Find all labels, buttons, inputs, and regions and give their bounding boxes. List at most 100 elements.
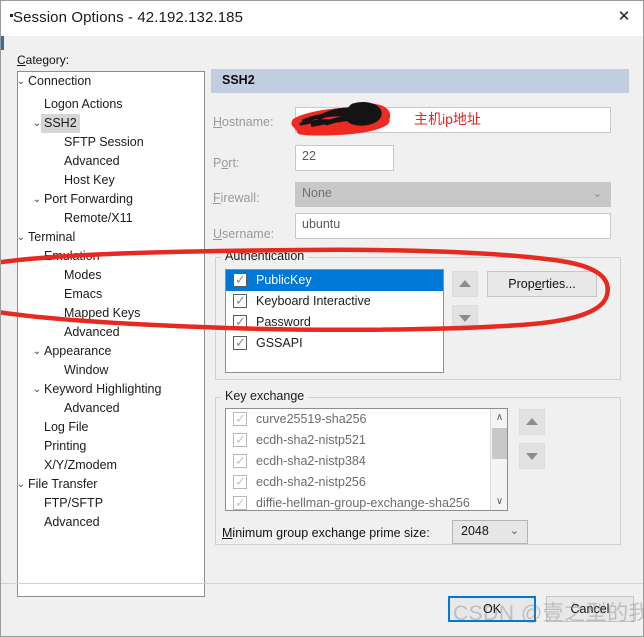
tree-item-label: Host Key bbox=[64, 173, 115, 187]
checkbox-icon[interactable]: ✓ bbox=[233, 411, 247, 426]
tree-item-ssh2[interactable]: ⌄ SSH2 bbox=[18, 114, 204, 133]
port-input[interactable]: 22 bbox=[295, 145, 394, 171]
tree-item-log-file[interactable]: Log File bbox=[18, 418, 204, 437]
chevron-down-icon[interactable]: ⌄ bbox=[30, 190, 44, 209]
tree-item-label: X/Y/Zmodem bbox=[44, 458, 117, 472]
key-exchange-list[interactable]: ✓ curve25519-sha256 ✓ ecdh-sha2-nistp521 ✓ ec… bbox=[225, 408, 508, 511]
checkbox-icon[interactable]: ✓ bbox=[233, 474, 247, 489]
tree-item-port-forwarding[interactable]: ⌄ Port Forwarding bbox=[18, 190, 204, 209]
kex-algorithm-label: ecdh-sha2-nistp256 bbox=[256, 475, 366, 489]
chevron-down-icon[interactable]: ⌄ bbox=[18, 475, 28, 494]
scroll-down-icon[interactable]: ∨ bbox=[491, 493, 507, 510]
check-icon: ✓ bbox=[235, 411, 246, 426]
tree-item-label: Connection bbox=[28, 74, 92, 88]
tree-item-label: Emulation bbox=[44, 249, 100, 263]
auth-method-label: PublicKey bbox=[256, 273, 312, 287]
kex-algorithm-row[interactable]: ✓ diffie-hellman-group-exchange-sha256 bbox=[226, 493, 492, 510]
arrow-down-icon bbox=[459, 315, 471, 322]
tree-item-emacs[interactable]: Emacs bbox=[18, 285, 204, 304]
username-label-mnemonic: U bbox=[213, 227, 223, 241]
tree-item-advanced[interactable]: Advanced bbox=[18, 323, 204, 342]
tree-item-printing[interactable]: Printing bbox=[18, 437, 204, 456]
tree-item-remote-x11[interactable]: Remote/X11 bbox=[18, 209, 204, 228]
chevron-down-icon[interactable]: ⌄ bbox=[30, 342, 44, 361]
category-label-mnemonic: C bbox=[17, 53, 26, 67]
firewall-select[interactable]: None ⌄ bbox=[295, 182, 611, 207]
tree-item-mapped-keys[interactable]: Mapped Keys bbox=[18, 304, 204, 323]
panel-header-title: SSH2 bbox=[222, 73, 255, 87]
kex-algorithm-row[interactable]: ✓ ecdh-sha2-nistp256 bbox=[226, 472, 492, 493]
key-exchange-scrollbar[interactable]: ∧ ∨ bbox=[490, 409, 507, 510]
scrollbar-thumb[interactable] bbox=[492, 428, 507, 459]
tree-item-ftp-sftp[interactable]: FTP/SFTP bbox=[18, 494, 204, 513]
tree-item-appearance[interactable]: ⌄ Appearance bbox=[18, 342, 204, 361]
prime-size-select[interactable]: 2048 ⌄ bbox=[452, 520, 528, 544]
check-icon: ✓ bbox=[235, 272, 246, 287]
kex-algorithm-row[interactable]: ✓ curve25519-sha256 bbox=[226, 409, 492, 430]
tree-item-modes[interactable]: Modes bbox=[18, 266, 204, 285]
checkbox-icon[interactable]: ✓ bbox=[233, 495, 247, 510]
checkbox-icon[interactable]: ✓ bbox=[233, 335, 247, 350]
tree-item-advanced[interactable]: Advanced bbox=[18, 399, 204, 418]
properties-button[interactable]: Properties... bbox=[487, 271, 597, 297]
auth-move-up-button[interactable] bbox=[452, 271, 478, 297]
auth-method-label: GSSAPI bbox=[256, 336, 303, 350]
auth-method-row[interactable]: ✓ Password bbox=[226, 312, 443, 333]
checkbox-icon[interactable]: ✓ bbox=[233, 314, 247, 329]
tree-item-logon-actions[interactable]: Logon Actions bbox=[18, 95, 204, 114]
chevron-down-icon[interactable]: ⌄ bbox=[30, 380, 44, 399]
kex-algorithm-row[interactable]: ✓ ecdh-sha2-nistp384 bbox=[226, 451, 492, 472]
tree-item-connection[interactable]: ⌄ Connection bbox=[18, 72, 204, 95]
prime-size-value: 2048 bbox=[461, 524, 489, 538]
tree-item-window[interactable]: Window bbox=[18, 361, 204, 380]
tree-item-label: Logon Actions bbox=[44, 97, 123, 111]
check-icon: ✓ bbox=[235, 432, 246, 447]
tree-item-label: Printing bbox=[44, 439, 87, 453]
tree-item-keyword-highlighting[interactable]: ⌄ Keyword Highlighting bbox=[18, 380, 204, 399]
tree-item-emulation[interactable]: ⌄ Emulation bbox=[18, 247, 204, 266]
chevron-down-icon[interactable]: ⌄ bbox=[30, 247, 44, 266]
tree-item-advanced[interactable]: Advanced bbox=[18, 152, 204, 171]
close-icon[interactable]: ✕ bbox=[609, 5, 639, 29]
tree-item-label: Advanced bbox=[64, 325, 120, 339]
checkbox-icon[interactable]: ✓ bbox=[233, 432, 247, 447]
chevron-down-icon[interactable]: ⌄ bbox=[18, 72, 28, 91]
key-exchange-rows: ✓ curve25519-sha256 ✓ ecdh-sha2-nistp521 ✓ ec… bbox=[226, 409, 492, 510]
authentication-method-list[interactable]: ✓ PublicKey ✓ Keyboard Interactive ✓ Password… bbox=[225, 269, 444, 373]
kex-move-down-button[interactable] bbox=[519, 443, 545, 469]
auth-method-row[interactable]: ✓ PublicKey bbox=[226, 270, 443, 291]
session-options-dialog: Session Options - 42.192.132.185 ✕ Categ… bbox=[0, 0, 644, 637]
tree-item-sftp-session[interactable]: SFTP Session bbox=[18, 133, 204, 152]
prime-size-label-rest: inimum group exchange prime size: bbox=[232, 526, 430, 540]
checkbox-icon[interactable]: ✓ bbox=[233, 272, 247, 287]
auth-move-down-button[interactable] bbox=[452, 305, 478, 331]
tree-item-label: Remote/X11 bbox=[64, 211, 133, 225]
tree-item-terminal[interactable]: ⌄ Terminal bbox=[18, 228, 204, 247]
tree-item-label: SFTP Session bbox=[64, 135, 144, 149]
tree-item-label: FTP/SFTP bbox=[44, 496, 104, 510]
auth-method-label: Password bbox=[256, 315, 311, 329]
scroll-up-icon[interactable]: ∧ bbox=[491, 409, 507, 426]
properties-button-post: rties... bbox=[541, 277, 576, 291]
chevron-down-icon[interactable]: ⌄ bbox=[18, 228, 28, 247]
checkbox-icon[interactable]: ✓ bbox=[233, 453, 247, 468]
tree-item-label: Advanced bbox=[44, 515, 100, 529]
username-input[interactable]: ubuntu bbox=[295, 213, 611, 239]
window-title: Session Options - 42.192.132.185 bbox=[13, 9, 244, 26]
category-tree[interactable]: ⌄ Connection Logon Actions ⌄ SSH2 SFTP Sessio… bbox=[17, 71, 205, 597]
tree-item-host-key[interactable]: Host Key bbox=[18, 171, 204, 190]
auth-method-row[interactable]: ✓ GSSAPI bbox=[226, 333, 443, 354]
hostname-label: Hostname: bbox=[213, 115, 273, 129]
hostname-label-rest: ostname: bbox=[222, 115, 274, 129]
check-icon: ✓ bbox=[235, 293, 246, 308]
tree-item-advanced[interactable]: Advanced bbox=[18, 513, 204, 532]
tree-item-file-transfer[interactable]: ⌄ File Transfer bbox=[18, 475, 204, 494]
username-label-rest: sername: bbox=[222, 227, 275, 241]
kex-algorithm-row[interactable]: ✓ ecdh-sha2-nistp521 bbox=[226, 430, 492, 451]
properties-button-mnemonic: e bbox=[534, 277, 542, 291]
category-label: Category: bbox=[17, 53, 69, 67]
checkbox-icon[interactable]: ✓ bbox=[233, 293, 247, 308]
auth-method-row[interactable]: ✓ Keyboard Interactive bbox=[226, 291, 443, 312]
kex-move-up-button[interactable] bbox=[519, 409, 545, 435]
tree-item-x-y-zmodem[interactable]: X/Y/Zmodem bbox=[18, 456, 204, 475]
